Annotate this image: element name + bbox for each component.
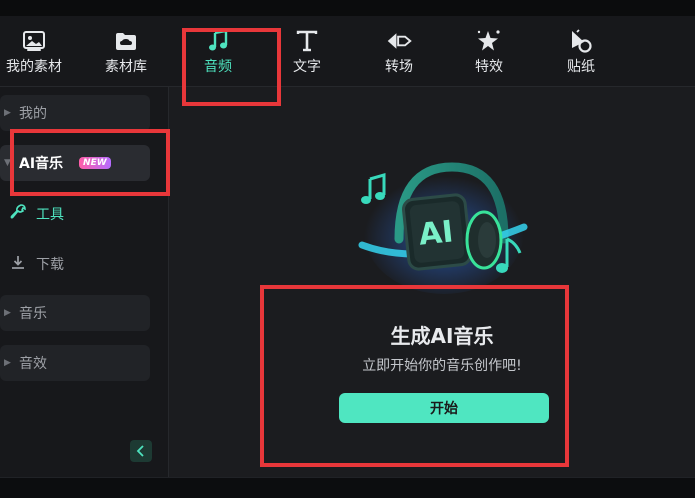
tab-audio[interactable]: 音频: [190, 16, 246, 86]
start-button[interactable]: 开始: [339, 393, 549, 423]
sparkle-star-icon: [476, 28, 502, 54]
music-note-icon: [205, 28, 231, 54]
text-t-icon: [294, 28, 320, 54]
tab-text[interactable]: 文字: [283, 16, 331, 86]
tab-label: 我的素材: [6, 59, 62, 75]
tab-label: 素材库: [105, 59, 147, 75]
sidebar-item-mine[interactable]: ▶ 我的: [0, 95, 150, 131]
cloud-folder-icon: [113, 28, 139, 54]
chevron-right-icon: ▶: [4, 108, 11, 118]
sidebar-item-tools[interactable]: 工具: [10, 200, 64, 228]
transition-icon: [386, 28, 412, 54]
chevron-left-icon: [136, 442, 146, 461]
audio-sidebar: ▶ 我的 ▼ AI音乐 NEW 工具 下载 ▶ 音乐 ▶ 音效: [0, 87, 169, 477]
new-badge: NEW: [79, 157, 111, 169]
tab-asset-library[interactable]: 素材库: [96, 16, 156, 86]
tab-effects[interactable]: 特效: [465, 16, 513, 86]
collapse-sidebar-button[interactable]: [130, 440, 152, 462]
sidebar-item-label: 音效: [19, 356, 47, 372]
wrench-icon: [10, 204, 26, 224]
chevron-right-icon: ▶: [4, 308, 11, 318]
tab-my-assets[interactable]: 我的素材: [2, 16, 66, 86]
tab-label: 文字: [293, 59, 321, 75]
sidebar-item-ai-music[interactable]: ▼ AI音乐 NEW: [0, 145, 150, 181]
sidebar-item-label: 下载: [36, 257, 64, 273]
window-top-strip: [0, 0, 695, 16]
sticker-icon: [568, 28, 594, 54]
sidebar-item-music[interactable]: ▶ 音乐: [0, 295, 150, 331]
sidebar-item-sound-effects[interactable]: ▶ 音效: [0, 345, 150, 381]
media-toolbar: 我的素材 素材库 音频 文字 转场 特效 贴纸: [0, 16, 695, 87]
tab-label: 音频: [204, 59, 232, 75]
sidebar-item-label: AI音乐: [19, 156, 64, 172]
sidebar-item-downloads[interactable]: 下载: [10, 250, 64, 278]
chevron-down-icon: ▼: [4, 158, 11, 168]
tab-transitions[interactable]: 转场: [374, 16, 424, 86]
tab-label: 转场: [385, 59, 413, 75]
sidebar-item-label: 我的: [19, 106, 47, 122]
illustration-text: AI: [417, 214, 455, 252]
download-icon: [10, 254, 26, 274]
ai-headphones-illustration: AI: [358, 162, 528, 294]
sidebar-item-label: 音乐: [19, 306, 47, 322]
tab-label: 贴纸: [567, 59, 595, 75]
sidebar-item-label: 工具: [36, 207, 64, 223]
tab-label: 特效: [475, 59, 503, 75]
image-icon: [21, 28, 47, 54]
panel-subtitle: 立即开始你的音乐创作吧!: [362, 358, 522, 374]
panel-title: 生成AI音乐: [390, 324, 494, 348]
window-bottom-bar: [0, 477, 695, 498]
chevron-right-icon: ▶: [4, 358, 11, 368]
tab-stickers[interactable]: 贴纸: [557, 16, 605, 86]
